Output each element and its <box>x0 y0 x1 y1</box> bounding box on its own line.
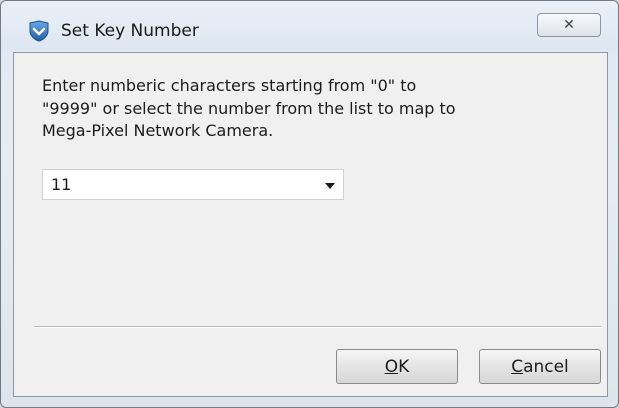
separator-line <box>34 326 601 328</box>
ok-button[interactable]: OK <box>336 349 458 384</box>
close-button[interactable]: ✕ <box>537 13 601 37</box>
title-bar[interactable]: Set Key Number ✕ <box>1 1 618 51</box>
instructions-line-2: "9999" or select the number from the lis… <box>42 98 456 118</box>
dropdown-arrow-icon[interactable] <box>325 183 335 189</box>
key-number-combobox[interactable]: 11 <box>42 169 344 200</box>
cancel-button-label: Cancel <box>511 356 569 377</box>
dialog-window: Set Key Number ✕ Enter numberic characte… <box>0 0 619 408</box>
window-title: Set Key Number <box>61 21 199 41</box>
dialog-body: Enter numberic characters starting from … <box>13 52 608 397</box>
instructions-text: Enter numberic characters starting from … <box>42 75 562 143</box>
cancel-button[interactable]: Cancel <box>479 349 601 384</box>
instructions-line-1: Enter numberic characters starting from … <box>42 76 417 95</box>
instructions-line-3: Mega-Pixel Network Camera. <box>42 121 274 140</box>
ok-button-label: OK <box>384 356 410 377</box>
close-icon: ✕ <box>563 17 575 33</box>
key-number-value[interactable]: 11 <box>51 175 71 194</box>
app-shield-icon <box>29 20 49 42</box>
